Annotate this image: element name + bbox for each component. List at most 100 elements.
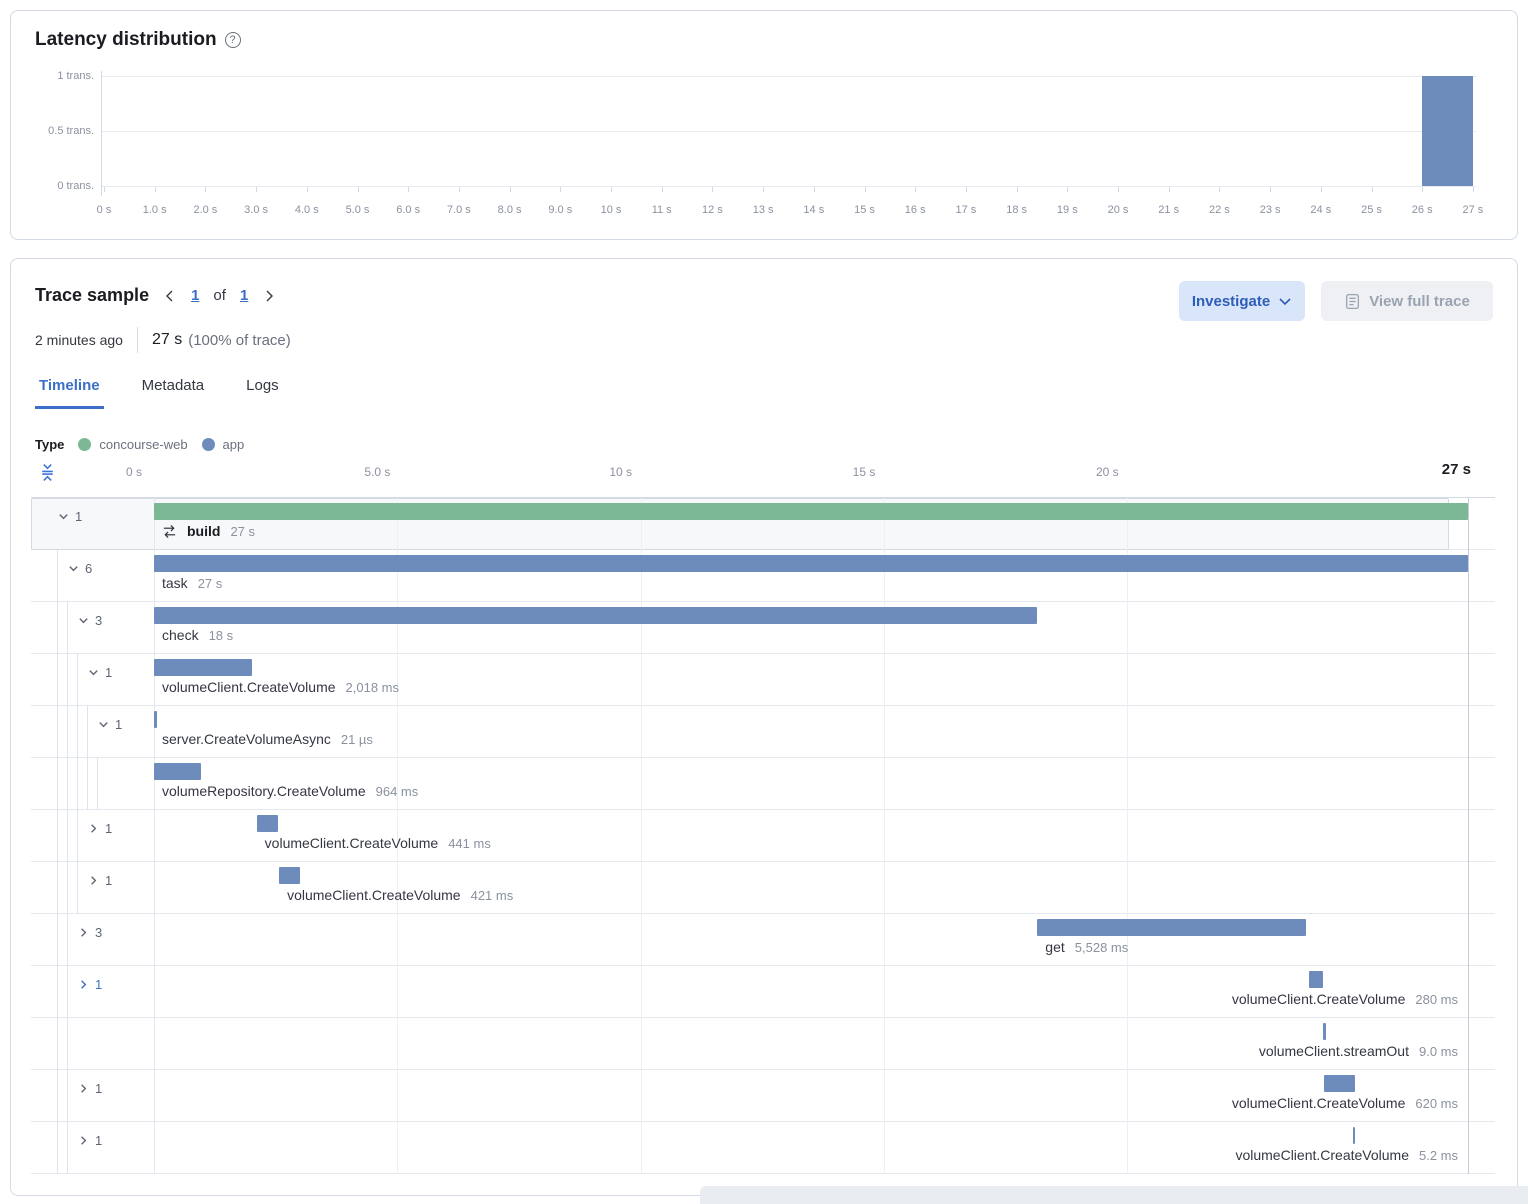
- indent-guide: [77, 810, 78, 862]
- trace-tabs: Timeline Metadata Logs: [35, 371, 283, 409]
- waterfall-row[interactable]: 1 volumeClient.CreateVolume441 ms: [31, 810, 1495, 862]
- expand-chevron-icon[interactable]: [87, 822, 100, 835]
- expand-chevron-icon[interactable]: [77, 1082, 90, 1095]
- indent-guide: [57, 706, 58, 758]
- indent-guide: [77, 758, 78, 810]
- collapse-all-icon[interactable]: [39, 463, 56, 482]
- tab-metadata[interactable]: Metadata: [138, 371, 209, 409]
- tab-timeline[interactable]: Timeline: [35, 371, 104, 409]
- x-axis-tick-label: 23 s: [1260, 204, 1281, 216]
- span-label: volumeClient.CreateVolume441 ms: [265, 835, 491, 851]
- trace-sample-header: Trace sample 1 of 1: [35, 285, 276, 306]
- waterfall-row[interactable]: 1volumeClient.CreateVolume421 ms: [31, 862, 1495, 914]
- trace-sample-panel: Trace sample 1 of 1 Investigate View ful…: [10, 258, 1518, 1196]
- y-axis-tick-label: 1 trans.: [24, 70, 94, 82]
- waterfall-row[interactable]: volumeClient.streamOut9.0 ms: [31, 1018, 1495, 1070]
- span-label: build27 s: [162, 523, 255, 539]
- indent-guide: [57, 1018, 58, 1070]
- divider: [137, 327, 138, 353]
- pagination-of-label: of: [213, 287, 226, 304]
- x-axis-tick: [763, 187, 764, 192]
- span-bar[interactable]: [1037, 919, 1306, 936]
- span-name: task: [162, 575, 188, 591]
- collapse-chevron-icon[interactable]: [57, 510, 70, 523]
- view-full-trace-button[interactable]: View full trace: [1321, 281, 1493, 321]
- x-axis-tick-label: 4.0 s: [295, 204, 319, 216]
- legend-label: app: [223, 437, 245, 452]
- x-axis-tick-label: 10 s: [601, 204, 622, 216]
- collapse-chevron-icon[interactable]: [87, 666, 100, 679]
- expand-chevron-icon[interactable]: [87, 874, 100, 887]
- prev-page-icon[interactable]: [163, 289, 177, 303]
- total-pages-link[interactable]: 1: [240, 287, 248, 304]
- span-bar[interactable]: [154, 711, 157, 728]
- indent-guide: [57, 862, 58, 914]
- span-bar[interactable]: [154, 503, 1468, 520]
- span-label: volumeClient.streamOut9.0 ms: [1259, 1043, 1458, 1059]
- expand-chevron-icon[interactable]: [77, 1134, 90, 1147]
- indent-guide: [57, 810, 58, 862]
- x-axis-tick: [1372, 187, 1373, 192]
- timeline-end-label: 27 s: [1442, 461, 1471, 478]
- span-bar[interactable]: [154, 763, 201, 780]
- help-icon[interactable]: ?: [225, 32, 241, 48]
- x-axis-tick: [1473, 187, 1474, 192]
- span-duration: 21 µs: [341, 732, 373, 747]
- waterfall-row[interactable]: 6task27 s: [31, 550, 1495, 602]
- expand-chevron-icon[interactable]: [77, 926, 90, 939]
- waterfall-row[interactable]: 3get5,528 ms: [31, 914, 1495, 966]
- waterfall-row[interactable]: 1volumeClient.CreateVolume280 ms: [31, 966, 1495, 1018]
- indent-guide: [67, 1018, 68, 1070]
- waterfall-row[interactable]: 1volumeClient.CreateVolume5.2 ms: [31, 1122, 1495, 1174]
- investigate-button[interactable]: Investigate: [1179, 281, 1305, 321]
- span-bar[interactable]: [154, 555, 1468, 572]
- expand-chevron-icon[interactable]: [77, 978, 90, 991]
- waterfall-row[interactable]: volumeRepository.CreateVolume964 ms: [31, 758, 1495, 810]
- span-bar[interactable]: [154, 607, 1037, 624]
- type-legend: Type concourse-webapp: [35, 437, 250, 452]
- x-axis-tick-label: 8.0 s: [498, 204, 522, 216]
- span-bar[interactable]: [1353, 1127, 1356, 1144]
- span-bar[interactable]: [257, 815, 278, 832]
- x-axis-tick-label: 7.0 s: [447, 204, 471, 216]
- indent-guide: [57, 758, 58, 810]
- legend-label: concourse-web: [99, 437, 187, 452]
- next-page-icon[interactable]: [262, 289, 276, 303]
- indent-guide: [67, 914, 68, 966]
- span-bar[interactable]: [279, 867, 299, 884]
- waterfall-row[interactable]: 1build27 s: [31, 498, 1495, 550]
- span-bar[interactable]: [1309, 971, 1323, 988]
- x-axis-tick-label: 26 s: [1412, 204, 1433, 216]
- span-name: check: [162, 627, 199, 643]
- child-count: 6: [85, 561, 92, 576]
- indent-guide: [77, 706, 78, 758]
- span-name: volumeClient.CreateVolume: [162, 679, 336, 695]
- waterfall-row[interactable]: 1server.CreateVolumeAsync21 µs: [31, 706, 1495, 758]
- tab-logs[interactable]: Logs: [242, 371, 283, 409]
- collapse-chevron-icon[interactable]: [77, 614, 90, 627]
- span-bar[interactable]: [1324, 1075, 1354, 1092]
- x-axis-tick: [1321, 187, 1322, 192]
- gridline: [101, 131, 1476, 132]
- waterfall-row[interactable]: 1volumeClient.CreateVolume2,018 ms: [31, 654, 1495, 706]
- waterfall-row[interactable]: 3check18 s: [31, 602, 1495, 654]
- span-label: volumeClient.CreateVolume421 ms: [287, 887, 513, 903]
- histogram-bar[interactable]: [1422, 76, 1473, 186]
- span-label: volumeClient.CreateVolume280 ms: [1232, 991, 1458, 1007]
- child-count: 1: [105, 821, 112, 836]
- span-bar[interactable]: [1323, 1023, 1326, 1040]
- waterfall-row[interactable]: 1volumeClient.CreateVolume620 ms: [31, 1070, 1495, 1122]
- x-axis-tick: [1422, 187, 1423, 192]
- indent-guide: [57, 654, 58, 706]
- x-axis-tick-label: 25 s: [1361, 204, 1382, 216]
- current-page-link[interactable]: 1: [191, 287, 199, 304]
- x-axis-tick-label: 6.0 s: [396, 204, 420, 216]
- collapse-chevron-icon[interactable]: [67, 562, 80, 575]
- x-axis-tick-label: 12 s: [702, 204, 723, 216]
- collapse-chevron-icon[interactable]: [97, 718, 110, 731]
- span-name: volumeClient.CreateVolume: [1232, 991, 1406, 1007]
- indent-guide: [57, 550, 58, 602]
- span-label: get5,528 ms: [1045, 939, 1128, 955]
- span-bar[interactable]: [154, 659, 252, 676]
- span-duration: 9.0 ms: [1419, 1044, 1458, 1059]
